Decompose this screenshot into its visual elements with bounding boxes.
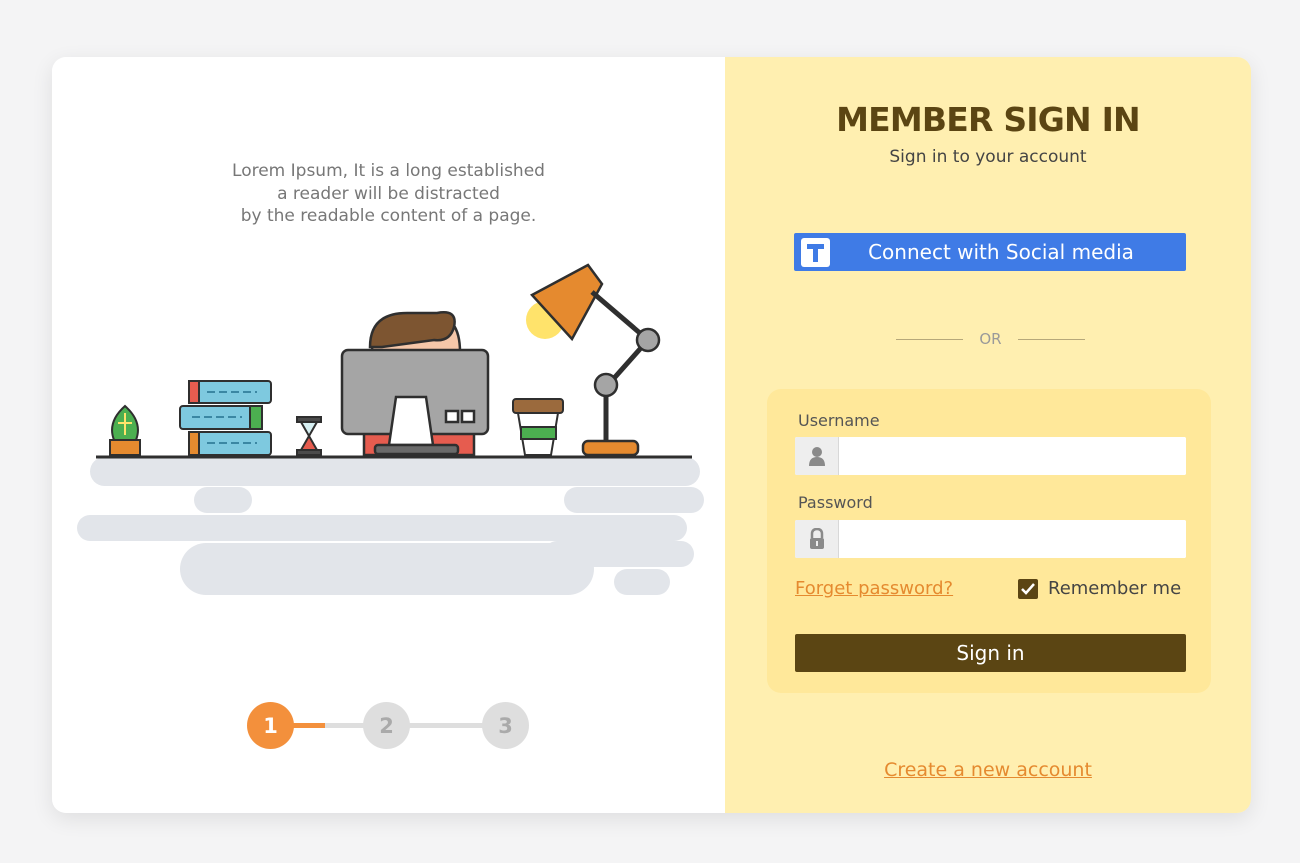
- signin-panel: MEMBER SIGN IN Sign in to your account C…: [725, 57, 1251, 813]
- cloud-shapes: [77, 457, 704, 595]
- or-label: OR: [979, 330, 1002, 348]
- signin-card: Lorem Ipsum, It is a long established a …: [52, 57, 1251, 813]
- user-icon: [795, 437, 839, 475]
- username-input[interactable]: [839, 437, 1186, 475]
- illustration-panel: Lorem Ipsum, It is a long established a …: [52, 57, 725, 813]
- divider-line: [896, 338, 963, 340]
- lock-icon: [795, 520, 839, 558]
- create-account-link[interactable]: Create a new account: [725, 759, 1251, 781]
- hourglass-icon: [296, 416, 322, 456]
- password-label: Password: [798, 493, 873, 512]
- forgot-password-link[interactable]: Forget password?: [795, 578, 953, 599]
- cactus-icon: [109, 404, 141, 456]
- stepper-track-line: [325, 723, 505, 728]
- step-1[interactable]: 1: [247, 702, 294, 749]
- social-connect-button[interactable]: Connect with Social media: [794, 233, 1186, 271]
- social-connect-label: Connect with Social media: [868, 240, 1134, 264]
- page-title: MEMBER SIGN IN: [836, 100, 1141, 139]
- social-media-icon: [801, 237, 830, 267]
- password-input[interactable]: [839, 520, 1186, 558]
- signin-form: Username Password Forget password? Remem…: [767, 389, 1211, 693]
- remember-checkbox[interactable]: [1018, 578, 1038, 599]
- remember-me-label: Remember me: [1048, 578, 1182, 599]
- signin-button[interactable]: Sign in: [795, 634, 1186, 672]
- remember-me-toggle[interactable]: Remember me: [1018, 578, 1181, 599]
- password-field[interactable]: [795, 520, 1186, 558]
- username-label: Username: [798, 411, 880, 430]
- workspace-illustration: [77, 263, 704, 595]
- or-divider: OR: [896, 329, 1085, 349]
- step-3[interactable]: 3: [482, 702, 529, 749]
- books-icon: [179, 380, 272, 456]
- progress-stepper: 1 2 3: [247, 702, 529, 750]
- page-subtitle: Sign in to your account: [889, 147, 1087, 167]
- divider-line: [1017, 338, 1085, 340]
- step-2[interactable]: 2: [363, 702, 410, 749]
- checkmark-icon: [1021, 582, 1035, 595]
- coffee-cup-icon: [512, 398, 564, 456]
- person-at-computer: [340, 311, 490, 457]
- username-field[interactable]: [795, 437, 1186, 475]
